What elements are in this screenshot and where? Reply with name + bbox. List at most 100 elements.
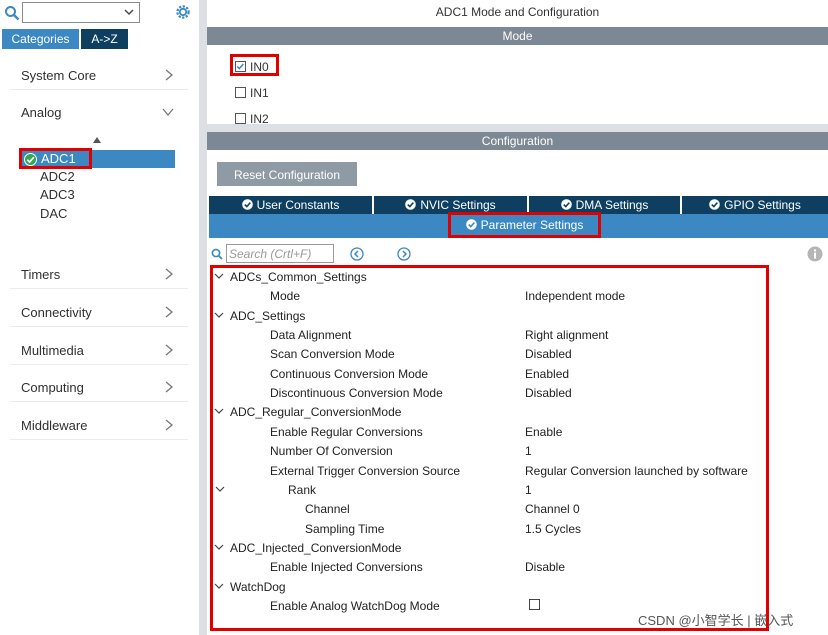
tab-gpio-settings[interactable]: GPIO Settings [682, 196, 828, 214]
search-icon[interactable] [4, 5, 20, 21]
configuration-pane: ADC1 Mode and Configuration Mode IN0 IN1… [207, 0, 828, 635]
param-row-discontinuous-conversion-mode[interactable]: Discontinuous Conversion Mode Disabled [207, 384, 767, 403]
category-timers[interactable]: Timers [10, 259, 188, 289]
category-label: Analog [21, 105, 62, 120]
param-row-continuous-conversion-mode[interactable]: Continuous Conversion Mode Enabled [207, 365, 767, 384]
param-name: Scan Conversion Mode [270, 347, 395, 362]
expand-toggle-icon[interactable] [214, 310, 224, 320]
param-row-sampling-time[interactable]: Sampling Time 1.5 Cycles [207, 520, 767, 539]
peripheral-item-dac[interactable]: DAC [40, 206, 67, 221]
group-row-adc-settings[interactable]: ADC_Settings [207, 307, 767, 326]
scroll-up-icon[interactable] [93, 136, 101, 144]
param-value[interactable]: Enabled [525, 367, 569, 381]
param-row-mode[interactable]: Mode Independent mode [207, 287, 767, 306]
category-label: Computing [21, 380, 84, 395]
param-name: Sampling Time [305, 521, 385, 536]
peripheral-item-adc3[interactable]: ADC3 [40, 187, 75, 202]
checkbox-in2[interactable] [235, 113, 246, 124]
reset-configuration-button[interactable]: Reset Configuration [217, 162, 357, 186]
tab-parameter-settings[interactable]: Parameter Settings [448, 212, 601, 238]
category-middleware[interactable]: Middleware [10, 410, 188, 440]
category-connectivity[interactable]: Connectivity [10, 297, 188, 327]
param-value[interactable]: Disable [525, 560, 565, 574]
info-icon[interactable] [807, 246, 823, 262]
category-computing[interactable]: Computing [10, 372, 188, 402]
highlight-box [230, 54, 279, 76]
param-value[interactable]: 1 [525, 444, 532, 458]
group-row-watchdog[interactable]: WatchDog [207, 578, 767, 597]
param-row-number-of-conversion[interactable]: Number Of Conversion 1 [207, 442, 767, 461]
watermark: CSDN @小智学长 | 嵌入式 [638, 613, 794, 628]
param-row-enable-regular-conversions[interactable]: Enable Regular Conversions Enable [207, 423, 767, 442]
category-label: Middleware [21, 418, 88, 433]
tab-categories[interactable]: Categories [2, 29, 79, 49]
param-name: Data Alignment [270, 328, 352, 343]
param-value[interactable]: Right alignment [525, 328, 608, 342]
group-row-adc-injected-conversionmode[interactable]: ADC_Injected_ConversionMode [207, 539, 767, 558]
peripheral-item-adc1[interactable]: ADC1 [19, 148, 175, 169]
param-value[interactable]: Independent mode [525, 289, 625, 303]
expand-toggle-icon[interactable] [215, 484, 225, 494]
param-name: ADC_Injected_ConversionMode [230, 540, 402, 555]
tab-label: GPIO Settings [724, 198, 801, 212]
peripheral-item-adc2[interactable]: ADC2 [40, 169, 75, 184]
param-value[interactable]: 1.5 Cycles [525, 522, 581, 536]
param-name: ADC_Regular_ConversionMode [230, 405, 402, 420]
param-value[interactable]: Regular Conversion launched by software [525, 464, 748, 478]
param-value[interactable]: Channel 0 [525, 502, 580, 516]
param-row-data-alignment[interactable]: Data Alignment Right alignment [207, 326, 767, 345]
search-combo[interactable] [22, 2, 140, 23]
expand-toggle-icon[interactable] [214, 406, 224, 416]
param-value[interactable]: Disabled [525, 386, 572, 400]
chevron-right-icon [165, 306, 174, 318]
chevron-right-icon [165, 344, 174, 356]
checkbox-in1[interactable] [235, 87, 246, 98]
category-system-core[interactable]: System Core [10, 60, 188, 90]
param-name: ADC_Settings [230, 308, 306, 323]
chevron-down-icon[interactable] [123, 6, 135, 18]
param-name: Rank [288, 482, 317, 497]
param-name: External Trigger Conversion Source [270, 463, 461, 478]
mode-header: Mode [207, 27, 828, 45]
category-label: Connectivity [21, 305, 92, 320]
category-analog[interactable]: Analog [10, 97, 188, 127]
previous-arrow-icon[interactable] [350, 247, 364, 261]
categories-panel: Categories A->Z System Core Analog ADC1 … [0, 0, 199, 635]
expand-toggle-icon[interactable] [214, 271, 224, 281]
gear-icon[interactable] [174, 3, 192, 21]
group-row-rank[interactable]: Rank 1 [207, 481, 767, 500]
param-value[interactable]: Disabled [525, 347, 572, 361]
param-name: ADCs_Common_Settings [230, 270, 367, 284]
param-name: Channel [305, 502, 350, 517]
param-row-scan-conversion-mode[interactable]: Scan Conversion Mode Disabled [207, 345, 767, 364]
param-row-enable-injected-conversions[interactable]: Enable Injected Conversions Disable [207, 558, 767, 577]
param-name: Enable Regular Conversions [270, 424, 423, 439]
category-label: Timers [21, 267, 61, 282]
chevron-right-icon [165, 268, 174, 280]
tab-label: NVIC Settings [420, 198, 496, 212]
chevron-right-icon [165, 69, 174, 81]
tab-user-constants[interactable]: User Constants [209, 196, 372, 214]
pane-splitter[interactable] [199, 0, 207, 635]
next-arrow-icon[interactable] [397, 247, 411, 261]
tab-label: User Constants [256, 198, 340, 212]
watchdog-checkbox[interactable] [529, 598, 540, 610]
panel-divider[interactable] [207, 124, 828, 132]
check-circle-icon [465, 219, 477, 230]
page-title: ADC1 Mode and Configuration [435, 5, 600, 19]
parameter-search-input[interactable]: Search (Crtl+F) [226, 244, 334, 263]
param-value[interactable]: Enable [525, 425, 562, 439]
param-name: Mode [270, 289, 301, 304]
category-label: System Core [21, 68, 97, 83]
param-value[interactable]: 1 [525, 483, 532, 497]
param-row-channel[interactable]: Channel Channel 0 [207, 500, 767, 519]
group-row-adcs-common-settings[interactable]: ADCs_Common_Settings [207, 268, 767, 287]
check-circle-icon [405, 199, 417, 210]
expand-toggle-icon[interactable] [214, 542, 224, 552]
expand-toggle-icon[interactable] [214, 581, 224, 591]
group-row-adc-regular-conversionmode[interactable]: ADC_Regular_ConversionMode [207, 403, 767, 422]
tab-a-to-z[interactable]: A->Z [81, 29, 128, 49]
param-row-external-trigger-conversion-source[interactable]: External Trigger Conversion Source Regula… [207, 462, 767, 481]
category-multimedia[interactable]: Multimedia [10, 335, 188, 365]
check-circle-icon [709, 199, 720, 210]
